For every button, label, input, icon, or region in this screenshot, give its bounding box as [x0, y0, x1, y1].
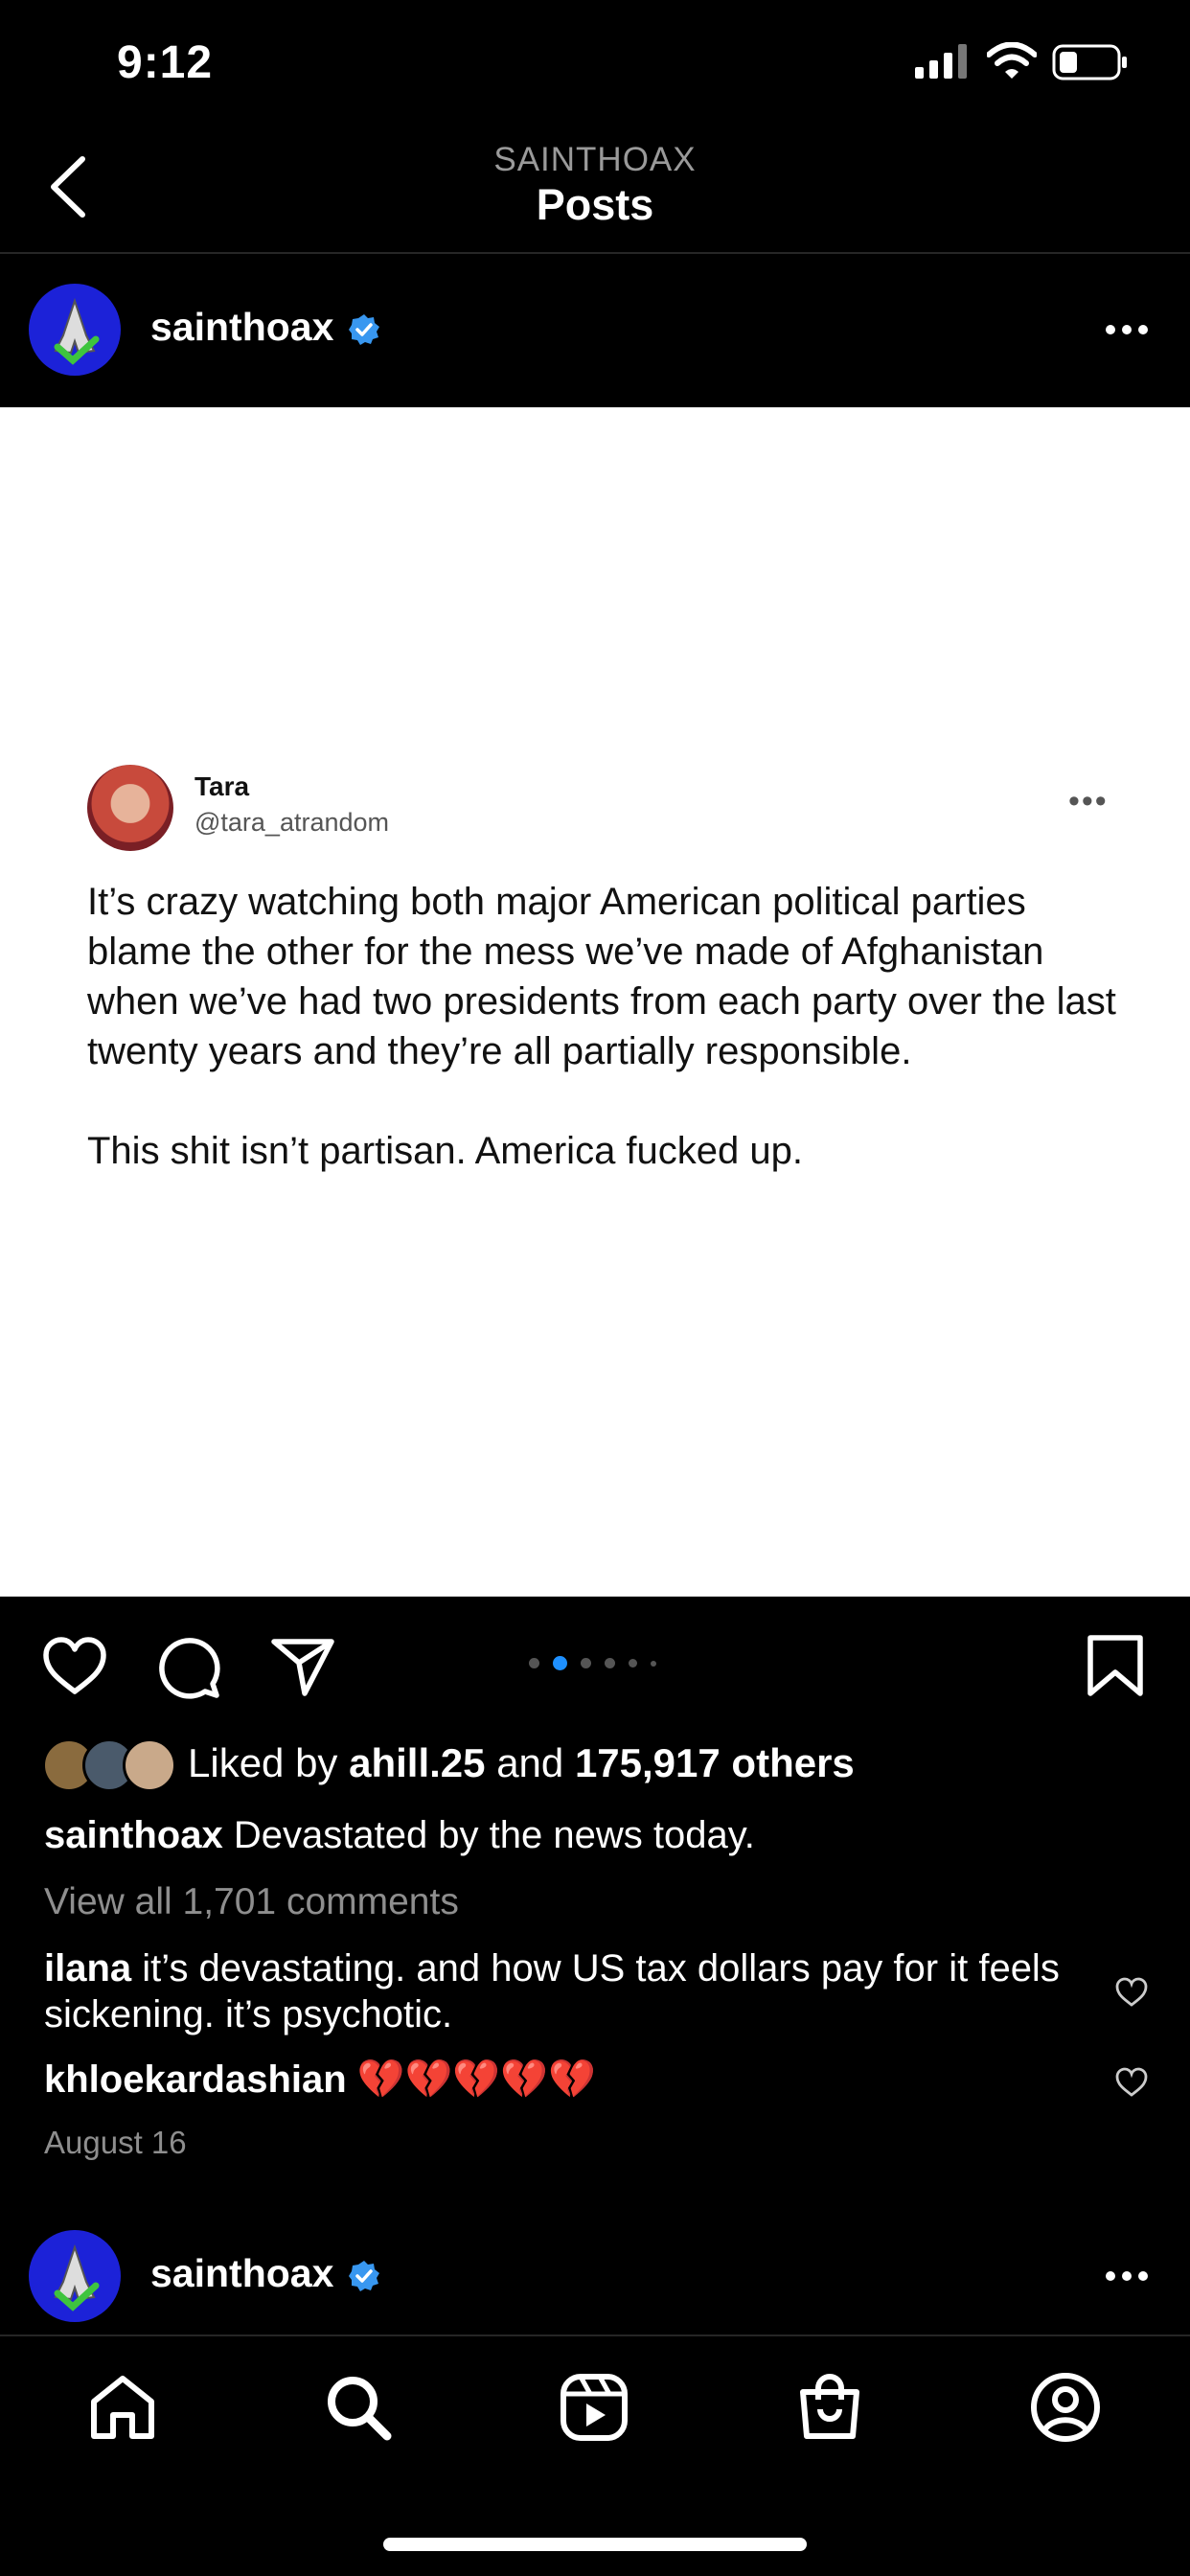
post-date: August 16 [44, 2125, 187, 2160]
header-divider [0, 252, 1190, 254]
home-indicator[interactable] [383, 2538, 807, 2551]
wifi-icon [987, 42, 1037, 79]
comment: khloekardashian 💔💔💔💔💔 [44, 2057, 596, 2102]
comment-text: it’s devastating. and how US tax dollars… [44, 1947, 1060, 2036]
reels-icon[interactable] [558, 2371, 630, 2444]
likes-summary[interactable]: Liked by ahill.25 and 175,917 others [188, 1740, 855, 1786]
comment-text: 💔💔💔💔💔 [356, 2058, 596, 2101]
tweet-author-name: Tara [195, 771, 250, 801]
likes-prefix: Liked by [188, 1740, 338, 1785]
carousel-dot [629, 1659, 637, 1668]
carousel-indicator [529, 1656, 656, 1670]
comment-username[interactable]: khloekardashian [44, 2058, 347, 2101]
post-caption: sainthoax Devastated by the news today. [44, 1814, 755, 1857]
liked-by-user[interactable]: ahill.25 [349, 1740, 485, 1785]
likes-others[interactable]: 175,917 others [575, 1740, 855, 1785]
post-author-username[interactable]: sainthoax [150, 305, 333, 350]
comment-username[interactable]: ilana [44, 1947, 131, 1990]
tweet-paragraph: It’s crazy watching both major American … [87, 881, 1116, 1072]
bookmark-icon[interactable] [1081, 1632, 1150, 1701]
search-icon[interactable] [322, 2371, 395, 2444]
view-all-comments-link[interactable]: View all 1,701 comments [44, 1881, 459, 1923]
bottom-nav-divider [0, 2334, 1190, 2336]
header-account-name: SAINTHOAX [493, 141, 697, 178]
carousel-dot [581, 1658, 591, 1668]
cellular-signal-icon [915, 44, 967, 79]
tweet-body: It’s crazy watching both major American … [87, 877, 1122, 1226]
avatar [123, 1738, 176, 1792]
next-post-author-avatar[interactable] [29, 2230, 121, 2322]
comment-like-heart-icon[interactable] [1114, 2066, 1149, 2099]
caption-text: Devastated by the news today. [233, 1814, 755, 1856]
share-icon[interactable] [268, 1632, 337, 1701]
next-post-author-username[interactable]: sainthoax [150, 2251, 333, 2296]
profile-icon[interactable] [1029, 2371, 1102, 2444]
tweet-author-avatar [87, 765, 173, 851]
likes-and: and [496, 1740, 564, 1785]
post-author-avatar[interactable] [29, 284, 121, 376]
tweet-paragraph: This shit isn’t partisan. America fucked… [87, 1130, 803, 1172]
verified-badge-icon [349, 314, 379, 345]
comment-like-heart-icon[interactable] [1114, 1976, 1149, 2009]
comment-icon[interactable] [155, 1632, 224, 1701]
tweet-more-icon: ••• [1068, 783, 1109, 819]
carousel-dot [605, 1658, 615, 1668]
caption-username[interactable]: sainthoax [44, 1814, 223, 1856]
battery-icon [1052, 44, 1127, 80]
carousel-dot-active [553, 1656, 567, 1670]
page-title: Posts [536, 180, 654, 229]
heart-icon[interactable] [40, 1632, 109, 1701]
carousel-dot [529, 1658, 539, 1668]
more-options-icon[interactable] [1105, 2270, 1149, 2282]
tweet-author-handle: @tara_atrandom [195, 808, 390, 837]
liked-by-avatars[interactable] [42, 1738, 176, 1792]
more-options-icon[interactable] [1105, 324, 1149, 335]
praying-hands-icon [54, 297, 100, 365]
praying-hands-icon [54, 2243, 100, 2312]
verified-badge-icon [349, 2261, 379, 2291]
carousel-dot [651, 1660, 656, 1667]
comment: ilana it’s devastating. and how US tax d… [44, 1945, 1060, 2037]
home-icon[interactable] [86, 2371, 159, 2444]
shop-icon[interactable] [793, 2371, 866, 2444]
status-time: 9:12 [117, 37, 214, 88]
